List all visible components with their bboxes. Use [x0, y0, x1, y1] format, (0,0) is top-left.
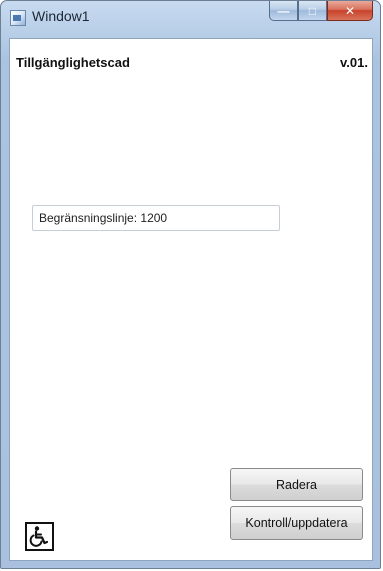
- window-title: Window1: [32, 8, 90, 24]
- maximize-icon: □: [308, 3, 317, 18]
- caption-buttons: — □ ✕: [269, 1, 373, 22]
- version-label: v.01.: [340, 55, 368, 70]
- minimize-icon: —: [277, 3, 290, 18]
- app-title: Tillgänglighetscad: [16, 55, 130, 70]
- limit-line-field[interactable]: Begränsningslinje: 1200: [32, 205, 280, 231]
- check-update-button[interactable]: Kontroll/uppdatera: [230, 506, 363, 540]
- close-icon: ✕: [344, 3, 356, 18]
- maximize-button[interactable]: □: [298, 1, 327, 21]
- wheelchair-icon: [25, 522, 54, 551]
- app-window-icon: [10, 10, 26, 26]
- title-bar[interactable]: Window1 — □ ✕: [1, 1, 380, 37]
- delete-button[interactable]: Radera: [230, 468, 363, 501]
- minimize-button[interactable]: —: [269, 1, 298, 21]
- close-button[interactable]: ✕: [327, 1, 373, 21]
